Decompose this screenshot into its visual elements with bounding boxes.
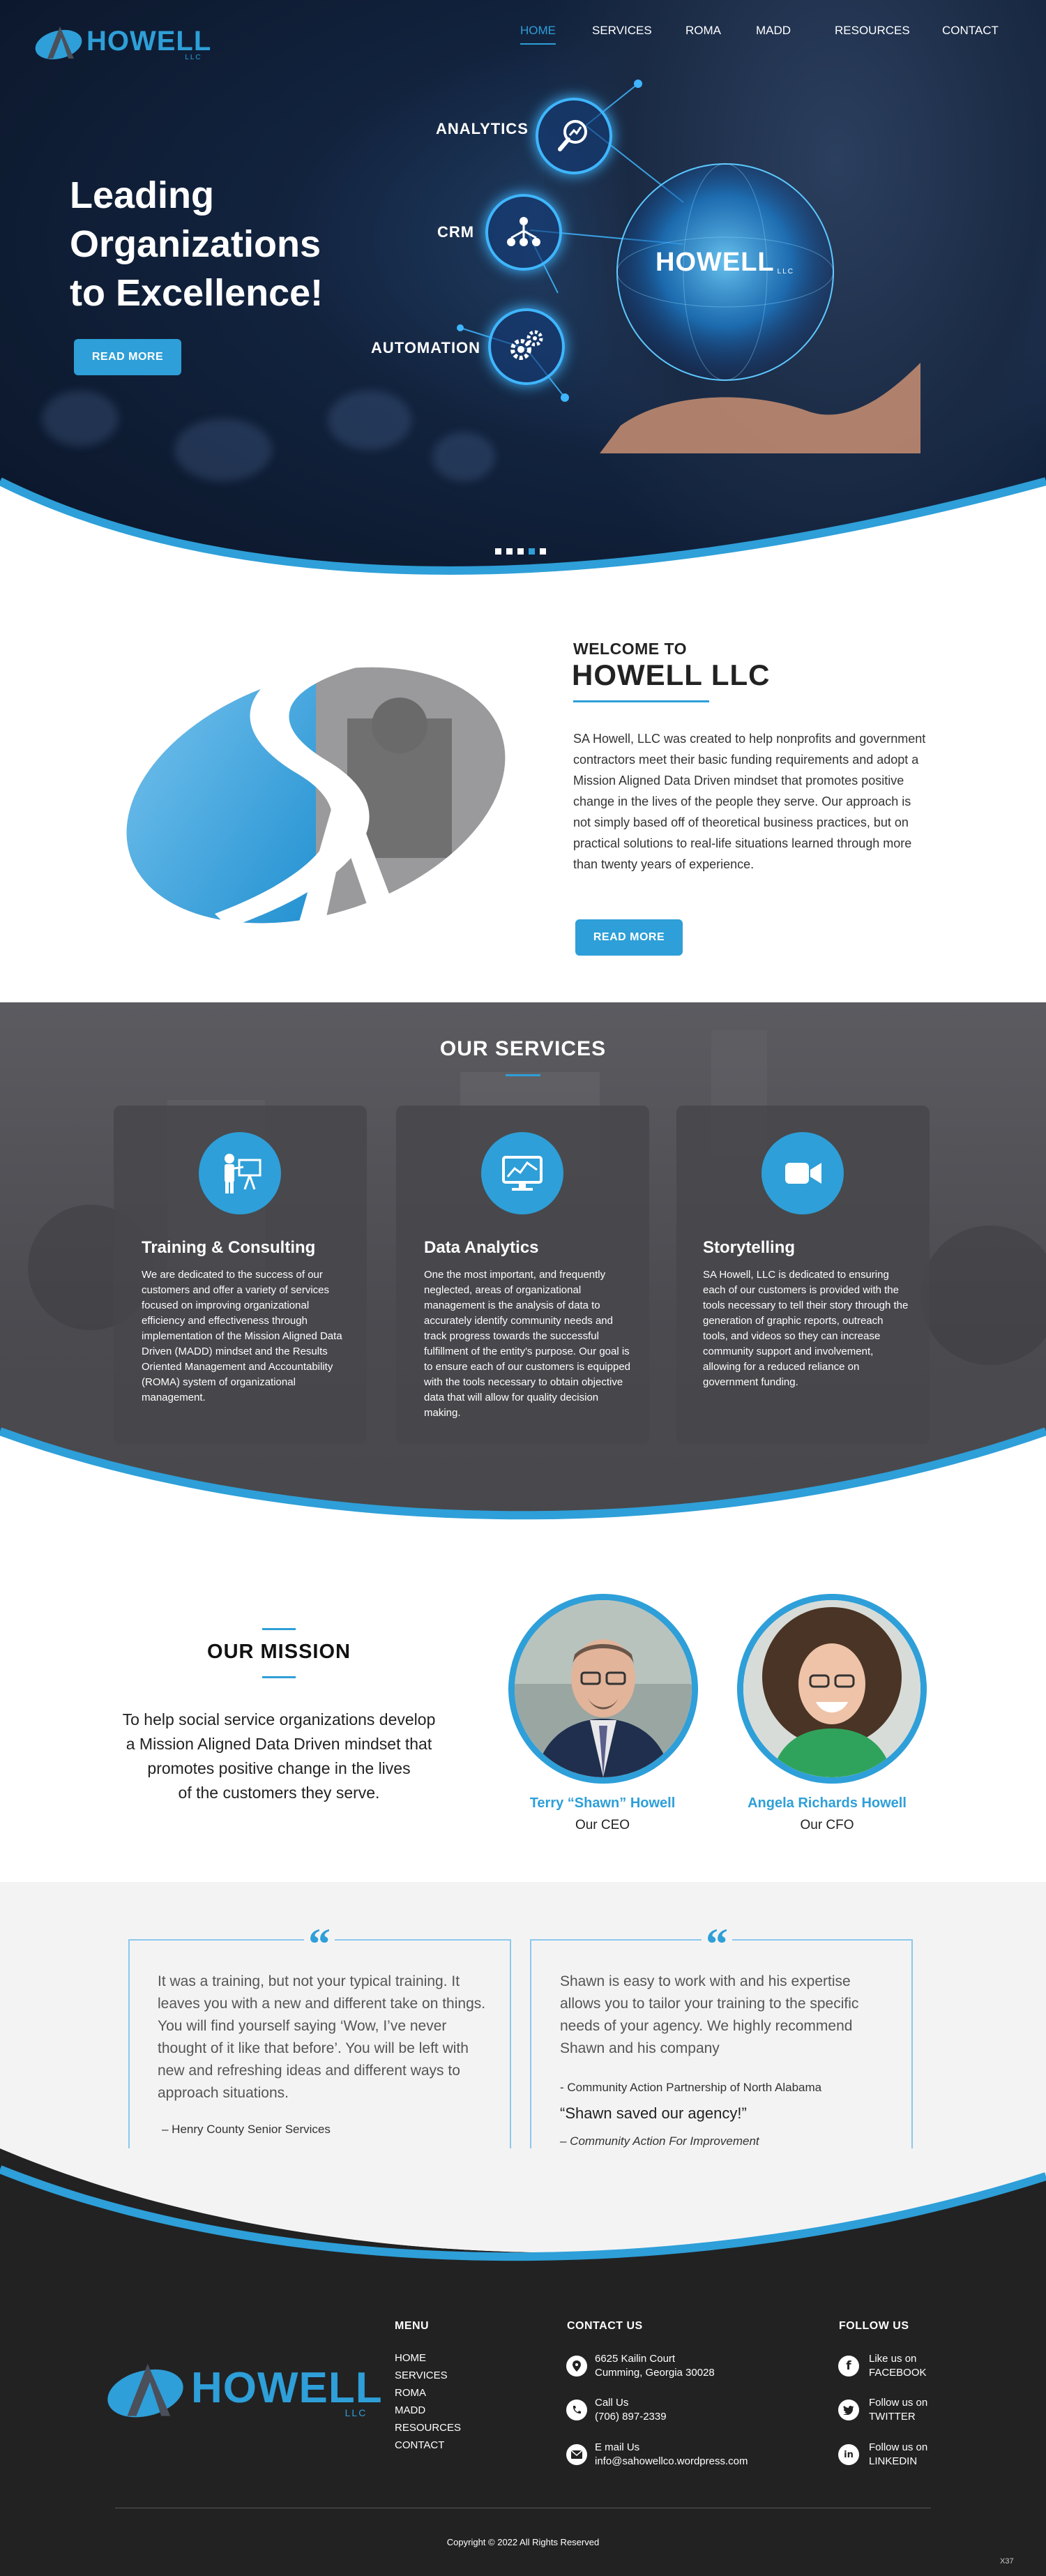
slider-dot[interactable]: [495, 548, 501, 555]
mission-divider-top: [262, 1628, 296, 1630]
slider-dot[interactable]: [540, 548, 546, 555]
email-icon: [566, 2444, 587, 2465]
footer-link-madd[interactable]: MADD: [395, 2404, 425, 2416]
footer-social-linkedin[interactable]: Follow us on LINKEDIN: [869, 2441, 927, 2469]
footer-social-line-1: Follow us on: [869, 2441, 928, 2453]
services-section: OUR SERVICES Training & Consulting We ar…: [0, 1002, 1046, 1553]
footer-social-line-2: FACEBOOK: [869, 2367, 927, 2379]
mission-line-2: a Mission Aligned Data Driven mindset th…: [126, 1735, 432, 1753]
linkedin-icon[interactable]: in: [838, 2444, 859, 2465]
testimonial-text: It was a training, but not your typical …: [158, 1973, 486, 2101]
footer-social-line-1: Like us on: [869, 2353, 917, 2365]
footer-contact-title: CONTACT US: [567, 2320, 643, 2332]
welcome-logo-image: [117, 642, 515, 949]
footer-link-home[interactable]: HOME: [395, 2352, 426, 2364]
welcome-body: SA Howell, LLC was created to help nonpr…: [573, 732, 926, 871]
footer-link-resources[interactable]: RESOURCES: [395, 2422, 461, 2434]
footer-logo-text: HOWELL: [191, 2363, 383, 2412]
quote-icon: “: [702, 1922, 732, 1966]
mission-line-4: of the customers they serve.: [178, 1784, 380, 1802]
footer-link-services[interactable]: SERVICES: [395, 2370, 448, 2381]
location-pin-icon: [566, 2356, 587, 2377]
mission-statement: To help social service organizations dev…: [105, 1708, 453, 1805]
welcome-subtitle: WELCOME TO: [573, 640, 688, 658]
footer-address-line-2: Cumming, Georgia 30028: [595, 2367, 715, 2379]
phone-icon: [566, 2400, 587, 2420]
ceo-role: Our CEO: [575, 1818, 630, 1832]
cfo-portrait: [737, 1594, 927, 1784]
hero-section: HOWELL LLC ANALYTICS CRM AUTOMATION HOWE…: [0, 0, 1046, 600]
footer-email-address: info@sahowellco.wordpress.com: [595, 2455, 748, 2467]
mission-line-3: promotes positive change in the lives: [147, 1759, 411, 1777]
footer-follow-title: FOLLOW US: [839, 2320, 909, 2332]
testimonial-author: - Community Action Partnership of North …: [560, 2081, 822, 2094]
welcome-read-more-button[interactable]: READ MORE: [575, 919, 683, 956]
mission-title: OUR MISSION: [207, 1641, 351, 1663]
footer-logo-suffix: LLC: [344, 2407, 367, 2418]
welcome-divider: [573, 700, 709, 702]
logo-swoosh-icon: [107, 2363, 183, 2418]
ceo-name: Terry “Shawn” Howell: [529, 1795, 676, 1811]
footer-logo[interactable]: HOWELL LLC: [105, 2354, 382, 2421]
slider-dot[interactable]: [506, 548, 513, 555]
ceo-portrait: [508, 1594, 698, 1784]
footer-link-contact[interactable]: CONTACT: [395, 2439, 444, 2451]
hero-wave-divider: [0, 477, 1046, 600]
footer-phone[interactable]: Call Us (706) 897-2339: [595, 2396, 667, 2424]
slider-dots: [495, 548, 546, 555]
footer-email[interactable]: E mail Us info@sahowellco.wordpress.com: [595, 2441, 748, 2469]
welcome-title: HOWELL LLC: [572, 658, 771, 691]
footer-address: 6625 Kailin Court Cumming, Georgia 30028: [595, 2352, 715, 2380]
twitter-icon[interactable]: [838, 2400, 859, 2420]
facebook-icon[interactable]: f: [838, 2356, 859, 2377]
footer-call-label: Call Us: [595, 2397, 629, 2409]
services-wave-divider: [0, 1427, 1046, 1553]
mission-divider-bottom: [262, 1676, 296, 1678]
slider-dot[interactable]: [517, 548, 524, 555]
testimonial-text: Shawn is easy to work with and his exper…: [560, 1973, 859, 2056]
footer-link-roma[interactable]: ROMA: [395, 2387, 426, 2399]
footer-corner-label: X37: [1000, 2557, 1014, 2566]
testimonial-author: – Community Action For Improvement: [560, 2134, 759, 2148]
cfo-role: Our CFO: [800, 1818, 854, 1832]
footer-social-facebook[interactable]: Like us on FACEBOOK: [869, 2352, 927, 2380]
quote-icon: “: [304, 1922, 335, 1966]
footer-social-twitter[interactable]: Follow us on TWITTER: [869, 2396, 927, 2424]
footer-address-line-1: 6625 Kailin Court: [595, 2353, 676, 2365]
footer-phone-number: (706) 897-2339: [595, 2411, 667, 2423]
footer-social-line-2: LINKEDIN: [869, 2455, 918, 2467]
mission-line-1: To help social service organizations dev…: [122, 1710, 436, 1728]
cfo-name: Angela Richards Howell: [748, 1795, 907, 1811]
slider-dot-active[interactable]: [529, 548, 535, 555]
footer-social-line-2: TWITTER: [869, 2411, 916, 2423]
footer-social-line-1: Follow us on: [869, 2397, 928, 2409]
copyright-text: Copyright © 2022 All Rights Reserved: [446, 2537, 600, 2547]
footer-email-label: E mail Us: [595, 2441, 640, 2453]
footer-menu-title: MENU: [395, 2320, 430, 2332]
testimonial-quote: “Shawn saved our agency!”: [560, 2104, 747, 2122]
footer-wave-divider: [0, 2148, 1046, 2261]
testimonial-author: – Henry County Senior Services: [162, 2123, 331, 2136]
